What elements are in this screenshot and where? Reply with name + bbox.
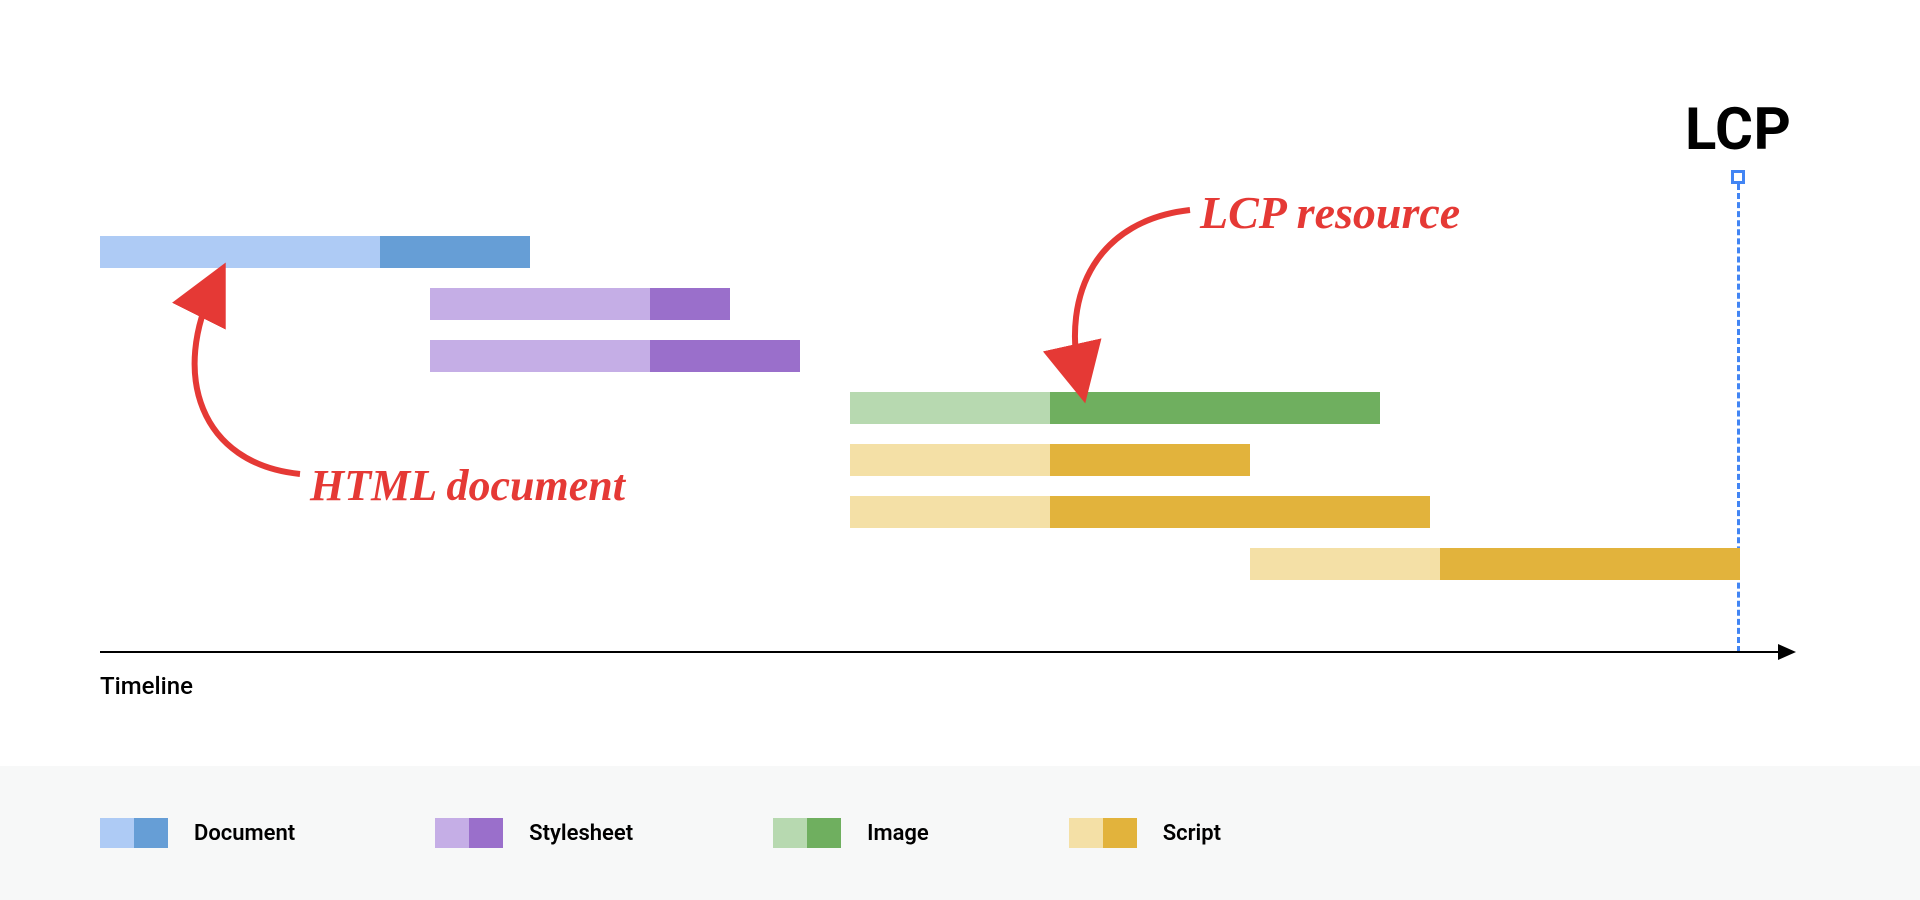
waterfall-bar-stylesheet — [430, 340, 800, 372]
legend-label: Script — [1163, 821, 1221, 846]
annotation-arrow-lcp-resource-icon — [1040, 200, 1240, 400]
lcp-heading: LCP — [1685, 96, 1791, 164]
timeline-label: Timeline — [100, 672, 193, 700]
legend-swatch-icon — [435, 818, 503, 848]
legend: Document Stylesheet Image Script — [0, 766, 1920, 900]
legend-label: Image — [867, 821, 929, 846]
timeline-axis — [100, 651, 1780, 653]
legend-item-document: Document — [100, 818, 295, 848]
legend-swatch-icon — [100, 818, 168, 848]
waterfall-bar-script — [850, 444, 1250, 476]
legend-label: Stylesheet — [529, 821, 633, 846]
waterfall-bar-stylesheet — [430, 288, 730, 320]
legend-swatch-icon — [773, 818, 841, 848]
diagram-canvas: LCP Timeline HTML document LCP resource … — [0, 0, 1920, 900]
lcp-marker-line — [1737, 184, 1740, 652]
legend-swatch-icon — [1069, 818, 1137, 848]
waterfall-bar-document — [100, 236, 530, 268]
waterfall-bar-script — [1250, 548, 1740, 580]
waterfall-bar-script — [850, 496, 1430, 528]
timeline-arrow-icon — [1778, 644, 1796, 660]
lcp-marker-icon — [1731, 170, 1745, 184]
legend-item-stylesheet: Stylesheet — [435, 818, 633, 848]
legend-label: Document — [194, 821, 295, 846]
legend-item-image: Image — [773, 818, 929, 848]
annotation-arrow-html-doc-icon — [160, 274, 380, 484]
legend-item-script: Script — [1069, 818, 1221, 848]
